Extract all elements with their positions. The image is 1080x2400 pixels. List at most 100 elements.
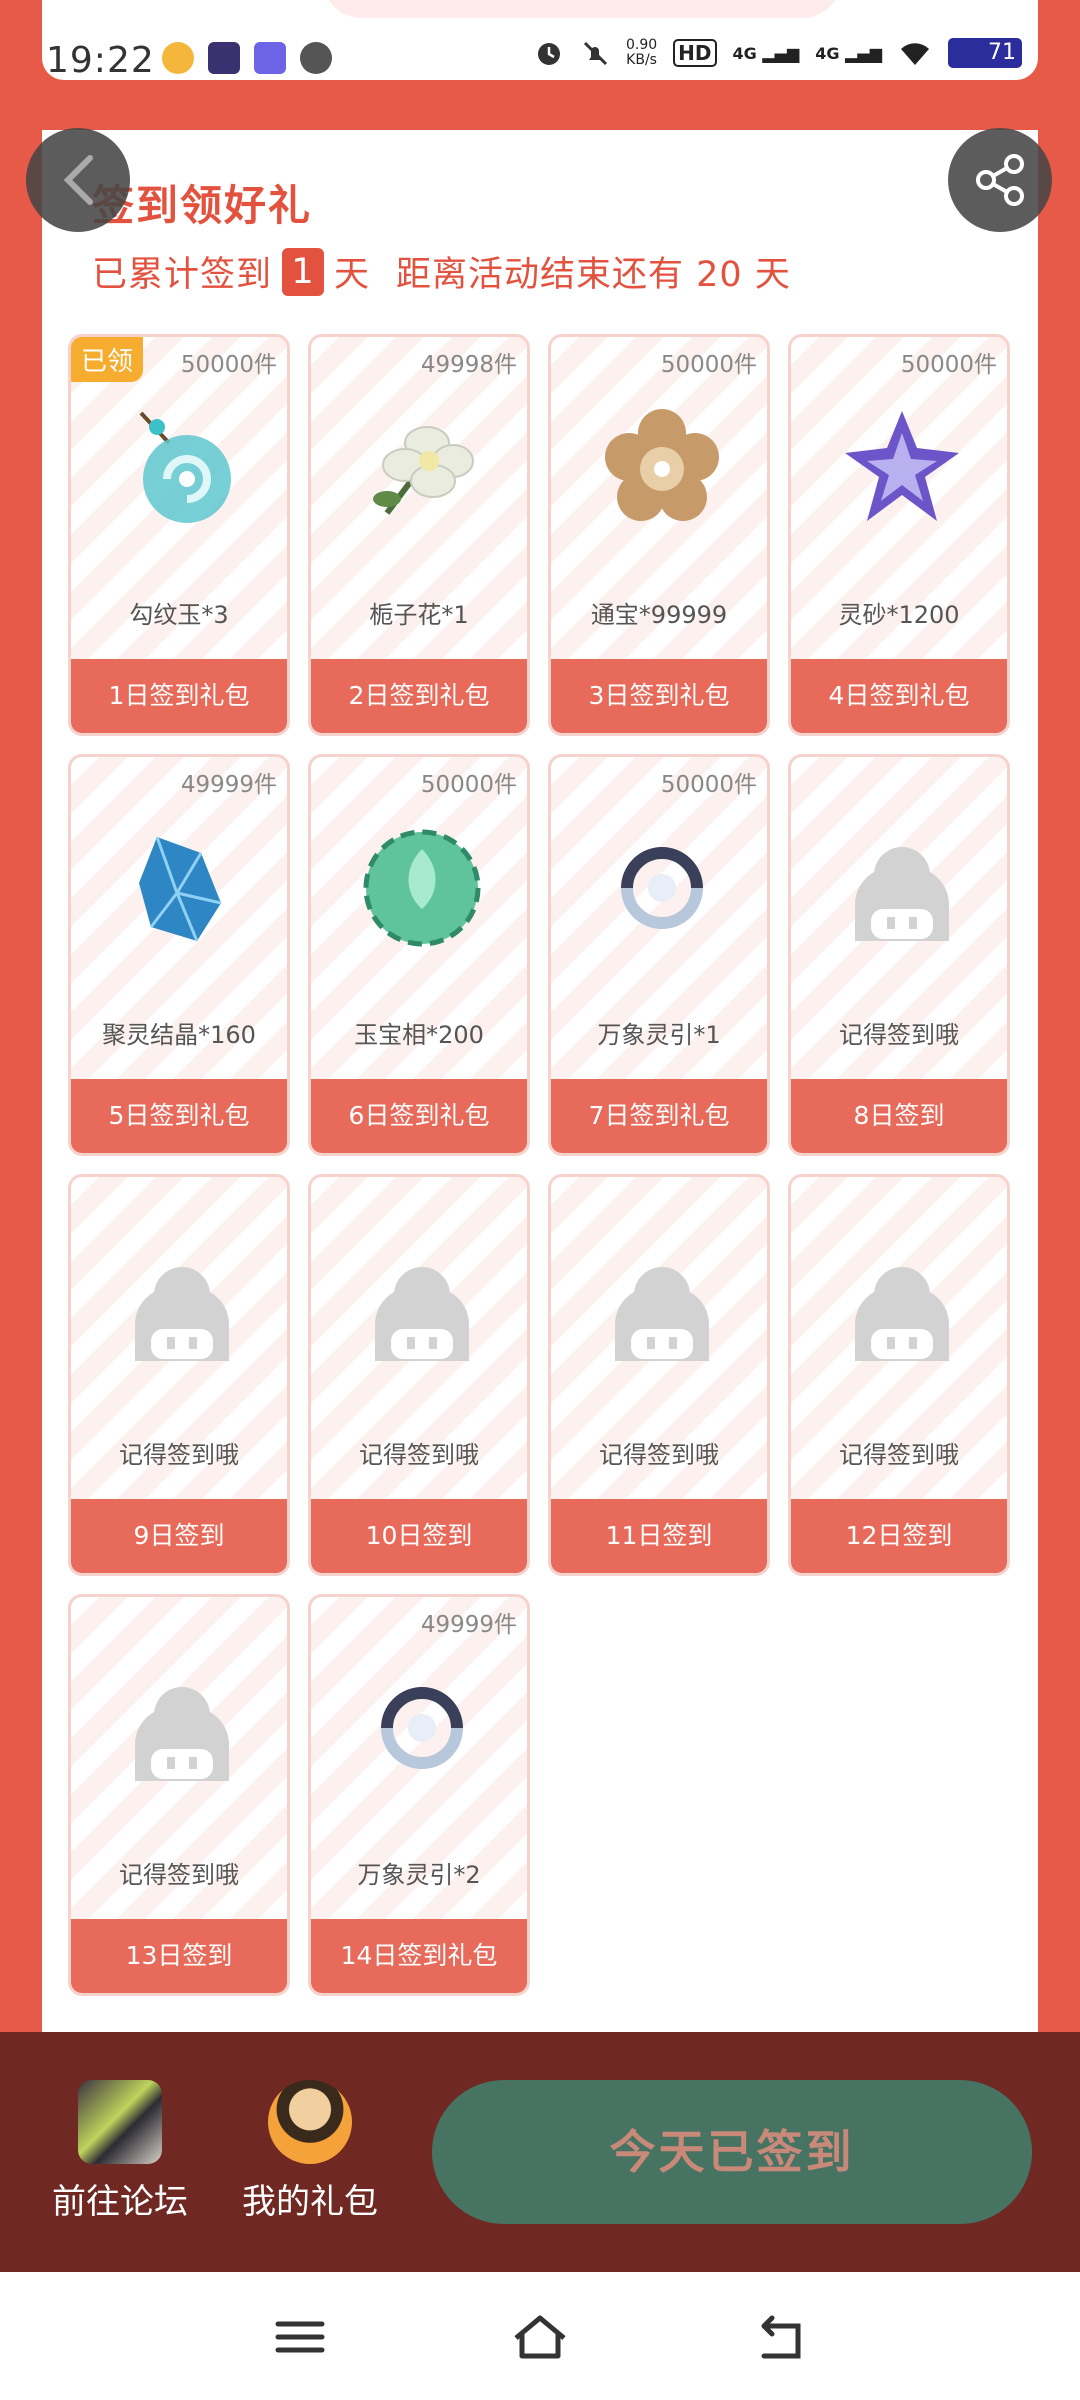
stock-count: 50000件 [180,352,277,378]
coin-flower-icon [597,403,727,533]
day-label: 14日签到礼包 [311,1919,527,1993]
signal-1-label: 4G [732,43,757,63]
menu-icon[interactable] [270,2312,330,2362]
progress-prefix: 已累计签到 [92,255,273,295]
k-app-icon [208,42,240,74]
gift-card-day-12[interactable]: 记得签到哦 12日签到 [788,1174,1010,1576]
gardenia-icon [357,403,487,533]
reward-name: 栀子花*1 [369,601,469,629]
bottom-action-bar: 前往论坛 我的礼包 今天已签到 [0,2032,1080,2272]
plane-app-icon [254,42,286,74]
back-nav-icon[interactable] [750,2312,810,2362]
claimed-badge: 已领 [71,337,144,382]
net-speed: 0.90 KB/s [626,38,657,68]
share-button[interactable] [948,128,1052,232]
forum-shortcut[interactable]: 前往论坛 [40,2080,200,2223]
day-label: 9日签到 [71,1499,287,1573]
alarm-icon [537,43,560,65]
reward-name: 聚灵结晶*160 [102,1021,256,1049]
forum-label: 前往论坛 [52,2182,188,2222]
reward-name: 记得签到哦 [599,1441,719,1469]
gift-card-day-2[interactable]: 49998件栀子花*1 2日签到礼包 [308,334,530,736]
signed-today-button[interactable]: 今天已签到 [432,2080,1032,2224]
gift-card-day-7[interactable]: 50000件 万象灵引*1 7日签到礼包 [548,754,770,1156]
stock-count: 50000件 [660,772,757,798]
reward-name: 记得签到哦 [119,1861,239,1889]
gift-card-day-5[interactable]: 49999件 聚灵结晶*160 5日签到礼包 [68,754,290,1156]
gift-card-day-6[interactable]: 50000件玉宝相*200 6日签到礼包 [308,754,530,1156]
placeholder-mascot-icon [837,1243,967,1373]
spiral-ring-icon [357,1663,487,1793]
reward-name: 通宝*99999 [590,601,728,629]
stock-count: 49999件 [180,772,277,798]
my-gifts-shortcut[interactable]: 我的礼包 [230,2080,390,2223]
reward-name: 记得签到哦 [839,1441,959,1469]
gift-grid: 已领 50000件 勾纹玉*3 1日签到礼包 49998件 栀子花*1 2日签到礼包 5000… [68,334,1012,1996]
net-speed-unit: KB/s [626,52,657,68]
gift-card-day-10[interactable]: 记得签到哦 10日签到 [308,1174,530,1576]
star-crystal-icon [837,403,967,533]
tab-peek [322,0,842,18]
day-label: 12日签到 [791,1499,1007,1573]
hd-badge: HD [673,39,717,67]
stock-count: 50000件 [420,772,517,798]
battery-indicator: 71 [948,38,1022,68]
share-icon [976,154,1024,206]
signal-1: 4G ▂▄▆ [732,43,800,63]
chevron-left-icon [63,155,93,205]
signed-days-badge: 1 [282,247,325,296]
day-label: 6日签到礼包 [311,1079,527,1153]
gift-card-day-9[interactable]: 记得签到哦 9日签到 [68,1174,290,1576]
status-bar: 19:22 0.90 KB/s HD 4G ▂▄▆ 4G ▂▄▆ 71 [0,0,1080,130]
reward-name: 勾纹玉*3 [129,601,229,629]
placeholder-mascot-icon [597,1243,727,1373]
reward-name: 万象灵引*2 [357,1861,481,1889]
gift-card-day-3[interactable]: 50000件 通宝*99999 3日签到礼包 [548,334,770,736]
forum-avatar-icon [78,2080,162,2164]
notification-icons [162,42,332,74]
clock: 19:22 [46,40,155,81]
gift-card-day-8[interactable]: 记得签到哦 8日签到 [788,754,1010,1156]
wifi-icon [901,43,929,65]
mute-icon [583,41,608,66]
placeholder-mascot-icon [837,823,967,953]
day-label: 2日签到礼包 [311,659,527,733]
day-label: 4日签到礼包 [791,659,1007,733]
duck-app-icon [162,42,194,74]
reward-name: 记得签到哦 [359,1441,479,1469]
home-icon[interactable] [510,2312,570,2362]
stock-count: 49999件 [420,1612,517,1638]
day-label: 3日签到礼包 [551,659,767,733]
day-label: 8日签到 [791,1079,1007,1153]
back-button[interactable] [26,128,130,232]
gift-card-day-1[interactable]: 已领 50000件勾纹玉*3 1日签到礼包 [68,334,290,736]
gift-card-day-4[interactable]: 50000件 灵砂*1200 4日签到礼包 [788,334,1010,736]
day-label: 1日签到礼包 [71,659,287,733]
reward-name: 玉宝相*200 [354,1021,484,1049]
blue-crystal-icon [117,823,247,953]
status-right: 0.90 KB/s HD 4G ▂▄▆ 4G ▂▄▆ 71 [534,38,1022,68]
stock-count: 49998件 [420,352,517,378]
gift-card-day-13[interactable]: 记得签到哦 13日签到 [68,1594,290,1996]
reward-name: 记得签到哦 [839,1021,959,1049]
gift-mascot-icon [268,2080,352,2164]
net-speed-value: 0.90 [625,37,658,53]
gift-card-day-11[interactable]: 记得签到哦 11日签到 [548,1174,770,1576]
placeholder-mascot-icon [117,1663,247,1793]
day-label: 11日签到 [551,1499,767,1573]
spiral-ring-icon [597,823,727,953]
placeholder-mascot-icon [117,1243,247,1373]
jade-flower-icon [357,823,487,953]
reward-name: 万象灵引*1 [597,1021,721,1049]
sign-in-progress: 已累计签到 1 天 距离活动结束还有 20 天 [92,246,791,297]
gift-card-day-14[interactable]: 49999件万象灵引*2 14日签到礼包 [308,1594,530,1996]
progress-unit: 天 [334,255,371,295]
stock-count: 50000件 [900,352,997,378]
day-label: 10日签到 [311,1499,527,1573]
message-icon [300,42,332,74]
reward-name: 记得签到哦 [119,1441,239,1469]
placeholder-mascot-icon [357,1243,487,1373]
day-label: 13日签到 [71,1919,287,1993]
jade-pendant-icon [117,403,247,533]
signal-2-label: 4G [815,43,840,63]
